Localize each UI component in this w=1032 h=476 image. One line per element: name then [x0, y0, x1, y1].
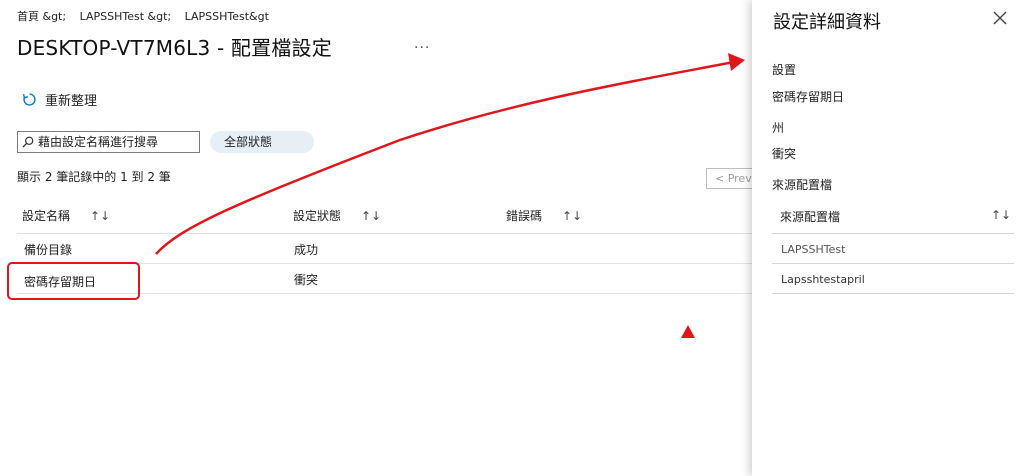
column-header-label: 設定名稱	[22, 209, 71, 223]
refresh-icon	[22, 93, 36, 106]
setting-label: 設置	[772, 63, 797, 77]
more-options-button[interactable]: ...	[414, 36, 430, 52]
search-input[interactable]	[38, 135, 188, 149]
table-row-1-name[interactable]: 備份目錄	[24, 241, 72, 258]
refresh-label: 重新整理	[45, 94, 98, 109]
breadcrumb: 首頁 &gt; LAPSSHTest &gt; LAPSSHTest&gt	[17, 8, 279, 24]
column-header-label: 設定狀態	[293, 209, 342, 223]
search-icon	[22, 136, 34, 148]
column-header-setting-status[interactable]: 設定狀態 ↑↓	[293, 207, 381, 224]
row-divider	[772, 293, 1014, 294]
row-divider	[772, 263, 1014, 264]
source-table-header[interactable]: 來源配置檔	[780, 208, 840, 225]
status-filter-pill[interactable]: 全部狀態	[210, 131, 314, 153]
close-icon[interactable]	[990, 8, 1010, 28]
breadcrumb-home[interactable]: 首頁 &gt;	[17, 10, 66, 23]
sort-icon[interactable]: ↑↓	[991, 208, 1011, 222]
sort-icon[interactable]: ↑↓	[90, 209, 110, 223]
sort-icon[interactable]: ↑↓	[361, 209, 381, 223]
column-header-setting-name[interactable]: 設定名稱 ↑↓	[22, 207, 110, 224]
annotation-triangle	[681, 325, 695, 338]
state-label: 州	[772, 121, 785, 135]
page-title: DESKTOP-VT7M6L3 - 配置檔設定	[17, 36, 332, 60]
breadcrumb-item-1[interactable]: LAPSSHTest &gt;	[80, 10, 172, 23]
table-row-1-status: 成功	[294, 243, 319, 257]
column-header-label: 錯誤碼	[506, 209, 543, 223]
setting-details-panel: 設定詳細資料 設置 密碼存留期日 州 衝突 來源配置檔 來源配置檔 ↑↓ LAP…	[752, 0, 1032, 476]
annotation-highlight-box	[7, 262, 140, 300]
breadcrumb-item-2[interactable]: LAPSSHTest&gt	[185, 10, 269, 23]
row-divider	[772, 233, 1014, 234]
sort-icon[interactable]: ↑↓	[562, 209, 582, 223]
source-row-2[interactable]: Lapsshtestapril	[781, 273, 865, 286]
search-box[interactable]	[17, 131, 200, 153]
state-value: 衝突	[772, 147, 797, 161]
setting-value: 密碼存留期日	[772, 90, 845, 104]
source-profile-label: 來源配置檔	[772, 178, 833, 192]
table-row-2-status: 衝突	[294, 273, 319, 287]
column-header-error-code[interactable]: 錯誤碼 ↑↓	[506, 207, 582, 224]
source-row-1[interactable]: LAPSSHTest	[781, 243, 845, 256]
panel-title: 設定詳細資料	[773, 12, 881, 33]
refresh-button[interactable]: 重新整理	[22, 90, 97, 109]
row-divider	[17, 233, 753, 234]
record-count: 顯示 2 筆記錄中的 1 到 2 筆	[17, 170, 171, 184]
